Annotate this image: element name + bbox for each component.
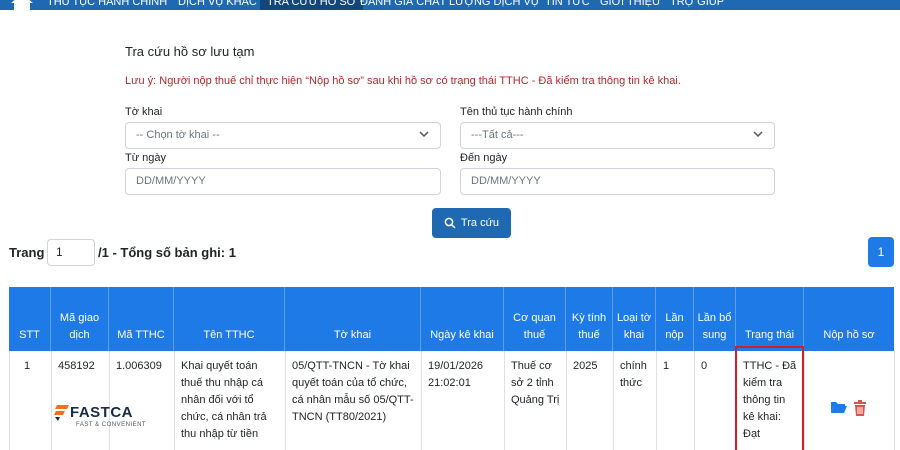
to-khai-select[interactable]: -- Chọn tờ khai -- <box>125 122 441 149</box>
to-khai-label: Tờ khai <box>125 106 163 118</box>
cell-ten-tthc: Khai quyết toán thuế thu nhập cá nhân đố… <box>175 351 286 450</box>
top-nav: Thủ tục hành chính Dịch vụ khác Tra cứu … <box>0 0 900 10</box>
header-nop-ho-so: Nộp hồ sơ <box>823 329 875 341</box>
fastca-logo: FASTCA FAST & CONVENIENT <box>54 404 154 432</box>
cell-lan-bo-sung: 0 <box>695 351 737 450</box>
table-header: STT Mã giao dịch Mã TTHC Tên TTHC Tờ kha… <box>9 287 894 351</box>
row-actions <box>830 400 867 416</box>
header-trang-thai: Trạng thái <box>736 287 804 351</box>
cell-to-khai: 05/QTT-TNCN - Tờ khai quyết toán của tổ … <box>286 351 422 450</box>
tu-ngay-input[interactable]: DD/MM/YYYY <box>125 168 441 195</box>
header-ma-tthc: Mã TTHC <box>109 287 174 351</box>
thu-tuc-label: Tên thủ tục hành chính <box>460 106 573 118</box>
thu-tuc-select[interactable]: ---Tất cả--- <box>460 122 775 149</box>
nav-item-thu-tuc[interactable]: Thủ tục hành chính <box>47 0 167 8</box>
header-lan-bo-sung: Lần bổ sung <box>694 287 736 351</box>
to-khai-value: -- Chọn tờ khai -- <box>136 129 220 141</box>
logo-text: FASTCA <box>70 404 133 421</box>
search-icon <box>444 217 456 229</box>
search-button-label: Tra cứu <box>460 217 500 229</box>
nav-item-tra-cuu[interactable]: Tra cứu hồ sơ <box>260 0 364 10</box>
page-label: Trang <box>9 245 45 260</box>
chevron-down-icon <box>753 131 763 138</box>
fastca-logo-mark-icon <box>54 405 69 421</box>
nav-item-tro-giup[interactable]: Trợ giúp <box>670 0 724 8</box>
cell-ma-tthc: 1.006309 <box>110 351 175 450</box>
den-ngay-label: Đến ngày <box>460 152 508 164</box>
thu-tuc-value: ---Tất cả--- <box>471 129 524 141</box>
header-ky-tinh-thue: Kỳ tính thuế <box>566 287 613 351</box>
page-input[interactable]: 1 <box>47 239 95 266</box>
status-highlight-box <box>735 346 804 450</box>
cell-ngay-ke-khai: 19/01/2026 21:02:01 <box>422 351 505 450</box>
header-loai-to-khai: Loại tờ khai <box>613 287 656 351</box>
page-total-text: /1 - Tổng số bản ghi: 1 <box>98 245 236 260</box>
trash-icon[interactable] <box>853 400 867 416</box>
search-button[interactable]: Tra cứu <box>432 208 511 238</box>
nav-item-dich-vu-khac[interactable]: Dịch vụ khác <box>178 0 257 8</box>
header-ten-tthc: Tên TTHC <box>174 287 285 351</box>
cell-loai-to-khai: chính thức <box>614 351 657 450</box>
header-lan-nop: Lần nộp <box>656 287 694 351</box>
logo-tagline: FAST & CONVENIENT <box>76 422 147 428</box>
nav-item-tin-tuc[interactable]: Tin tức <box>545 0 590 8</box>
cell-lan-nop: 1 <box>657 351 695 450</box>
den-ngay-input[interactable]: DD/MM/YYYY <box>460 168 775 195</box>
home-icon[interactable] <box>11 0 33 10</box>
folder-open-icon[interactable] <box>830 400 848 414</box>
nav-item-gioi-thieu[interactable]: Giới thiệu <box>600 0 660 8</box>
cell-stt: 1 <box>10 351 52 450</box>
cell-ma-giao-dich: 458192 <box>52 351 110 450</box>
notice-text: Lưu ý: Người nộp thuế chỉ thực hiện “Nộp… <box>125 75 681 87</box>
tu-ngay-label: Từ ngày <box>125 152 166 164</box>
header-ma-giao-dich: Mã giao dịch <box>51 287 109 351</box>
cell-co-quan-thue: Thuế cơ sở 2 tỉnh Quảng Trị <box>505 351 567 450</box>
header-co-quan-thue: Cơ quan thuế <box>504 287 566 351</box>
page-button[interactable]: 1 <box>868 237 894 267</box>
cell-ky-tinh-thue: 2025 <box>567 351 614 450</box>
chevron-down-icon <box>419 131 429 138</box>
nav-item-danh-gia[interactable]: Đánh giá chất lượng dịch vụ <box>360 0 539 8</box>
header-to-khai: Tờ khai <box>285 287 421 351</box>
header-stt: STT <box>9 287 51 351</box>
page-title: Tra cứu hồ sơ lưu tạm <box>125 44 255 59</box>
header-ngay-ke-khai: Ngày kê khai <box>421 287 504 351</box>
